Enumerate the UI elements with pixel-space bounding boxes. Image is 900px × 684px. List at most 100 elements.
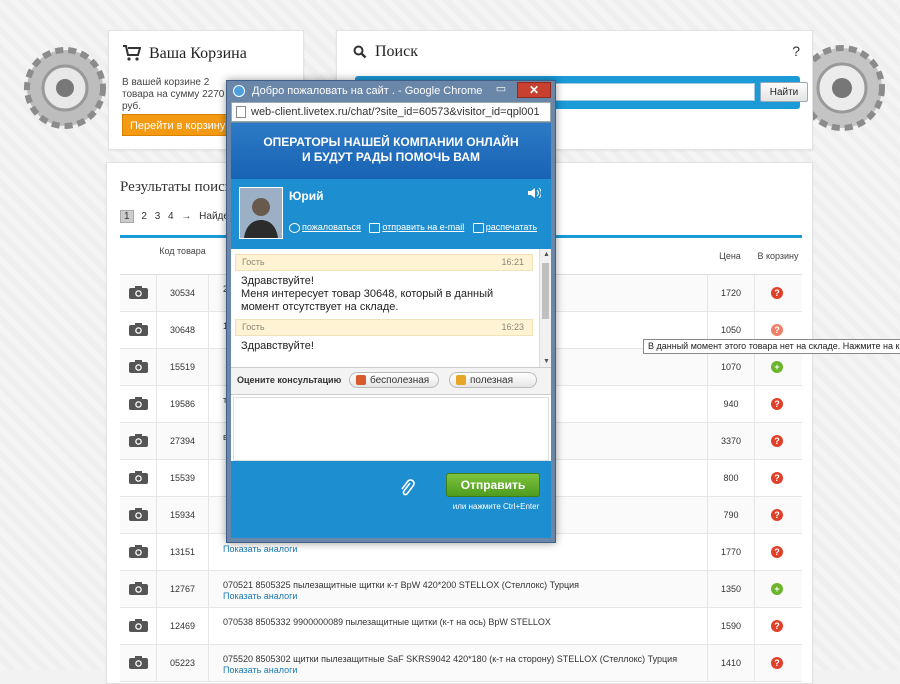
add-to-cart-icon[interactable]: + xyxy=(771,361,783,373)
cart-cell: ? xyxy=(754,460,802,496)
photo-cell[interactable] xyxy=(120,275,157,311)
product-price: 800 xyxy=(707,460,755,496)
out-of-stock-icon[interactable]: ? xyxy=(771,324,783,336)
out-of-stock-icon[interactable]: ? xyxy=(771,398,783,410)
product-price: 1070 xyxy=(707,349,755,385)
popup-title: Добро пожаловать на сайт . - Google Chro… xyxy=(252,85,483,97)
page-link[interactable]: 1 xyxy=(120,210,134,223)
out-of-stock-icon[interactable]: ? xyxy=(771,472,783,484)
send-hint: или нажмите Ctrl+Enter xyxy=(452,502,540,511)
camera-icon[interactable] xyxy=(129,323,148,336)
photo-cell[interactable] xyxy=(120,423,157,459)
header-price: Цена xyxy=(719,251,741,261)
photo-cell[interactable] xyxy=(120,645,157,681)
camera-icon[interactable] xyxy=(129,286,148,299)
show-analogs-link[interactable]: Показать аналоги xyxy=(223,591,693,601)
search-help-icon[interactable]: ? xyxy=(792,43,800,59)
print-icon xyxy=(472,222,484,233)
rating-bar: Оцените консультацию бесполезная полезна… xyxy=(231,367,551,395)
thumbs-down-icon xyxy=(356,375,366,385)
page-link[interactable]: 4 xyxy=(168,211,174,222)
camera-icon[interactable] xyxy=(129,508,148,521)
results-title: Результаты поиска xyxy=(120,179,239,195)
product-price: 1410 xyxy=(707,645,755,681)
out-of-stock-icon[interactable]: ? xyxy=(771,546,783,558)
table-row: 12767 070521 8505325 пылезащитные щитки к… xyxy=(120,571,802,608)
camera-icon[interactable] xyxy=(129,545,148,558)
complain-link[interactable]: пожаловаться xyxy=(302,222,361,232)
next-page-arrow[interactable]: → xyxy=(181,211,191,222)
product-name[interactable]: 070521 8505325 пылезащитные щитки к-т Bp… xyxy=(223,580,579,590)
out-of-stock-icon[interactable]: ? xyxy=(771,287,783,299)
camera-icon[interactable] xyxy=(129,360,148,373)
maximize-icon[interactable]: ▭ xyxy=(489,82,513,98)
product-price: 1590 xyxy=(707,608,755,644)
table-row: 05223 075520 8505302 щитки пылезащитные S… xyxy=(120,645,802,682)
thumbs-up-icon xyxy=(456,375,466,385)
search-button[interactable]: Найти xyxy=(760,82,808,102)
send-bar: Отправить или нажмите Ctrl+Enter xyxy=(231,461,551,538)
message-text: Здравствуйте! xyxy=(241,340,314,352)
email-link[interactable]: отправить на e-mail xyxy=(382,222,464,232)
photo-cell[interactable] xyxy=(120,534,157,570)
out-of-stock-icon[interactable]: ? xyxy=(771,435,783,447)
stock-tooltip: В данный момент этого товара нет на скла… xyxy=(643,339,900,354)
scroll-thumb[interactable] xyxy=(542,263,549,319)
show-analogs-link[interactable]: Показать аналоги xyxy=(223,665,693,675)
product-name[interactable]: 075520 8505302 щитки пылезащитные SaF SK… xyxy=(223,654,677,664)
product-description: 070521 8505325 пылезащитные щитки к-т Bp… xyxy=(223,580,693,601)
photo-cell[interactable] xyxy=(120,608,157,644)
product-code: 12469 xyxy=(157,608,209,644)
page-link[interactable]: 3 xyxy=(155,211,161,222)
chrome-icon xyxy=(233,85,245,97)
chat-scrollbar[interactable]: ▲ ▼ xyxy=(539,249,551,367)
close-icon[interactable]: ✕ xyxy=(517,82,551,98)
photo-cell[interactable] xyxy=(120,349,157,385)
camera-icon[interactable] xyxy=(129,619,148,632)
product-description: 075520 8505302 щитки пылезащитные SaF SK… xyxy=(223,654,693,675)
camera-icon[interactable] xyxy=(129,582,148,595)
message-input[interactable] xyxy=(233,397,549,461)
photo-cell[interactable] xyxy=(120,312,157,348)
photo-cell[interactable] xyxy=(120,460,157,496)
page-link[interactable]: 2 xyxy=(141,211,147,222)
camera-icon[interactable] xyxy=(129,434,148,447)
product-code: 30648 xyxy=(157,312,209,348)
rate-useful-button[interactable]: полезная xyxy=(449,372,537,388)
rate-useful-label: полезная xyxy=(470,375,514,386)
product-description: 070538 8505332 9900000089 пылезащитные щ… xyxy=(223,617,693,628)
photo-cell[interactable] xyxy=(120,571,157,607)
scroll-up-icon[interactable]: ▲ xyxy=(543,251,550,258)
send-button[interactable]: Отправить xyxy=(446,473,540,497)
speaker-icon[interactable] xyxy=(527,187,541,199)
popup-url-bar[interactable]: web-client.livetex.ru/chat/?site_id=6057… xyxy=(231,102,551,122)
camera-icon[interactable] xyxy=(129,471,148,484)
rate-useless-button[interactable]: бесполезная xyxy=(349,372,439,388)
page-icon xyxy=(236,106,246,118)
photo-cell[interactable] xyxy=(120,386,157,422)
gears-decoration-icon xyxy=(24,47,106,129)
product-code: 15519 xyxy=(157,349,209,385)
product-code: 05223 xyxy=(157,645,209,681)
add-to-cart-icon[interactable]: + xyxy=(771,583,783,595)
product-name[interactable]: 070538 8505332 9900000089 пылезащитные щ… xyxy=(223,617,551,627)
camera-icon[interactable] xyxy=(129,656,148,669)
paperclip-icon[interactable] xyxy=(399,479,415,497)
cart-cell: + xyxy=(754,571,802,607)
product-code: 13151 xyxy=(157,534,209,570)
cart-cell: ? xyxy=(754,497,802,533)
go-to-cart-button[interactable]: Перейти в корзину › xyxy=(122,114,240,136)
product-description: Показать аналоги xyxy=(223,543,693,554)
header-code: Код товара xyxy=(159,246,206,256)
agent-photo-icon xyxy=(240,188,282,238)
scroll-down-icon[interactable]: ▼ xyxy=(543,358,550,365)
camera-icon[interactable] xyxy=(129,397,148,410)
message-author: Гость xyxy=(242,322,265,332)
out-of-stock-icon[interactable]: ? xyxy=(771,509,783,521)
product-price: 3370 xyxy=(707,423,755,459)
out-of-stock-icon[interactable]: ? xyxy=(771,620,783,632)
show-analogs-link[interactable]: Показать аналоги xyxy=(223,544,693,554)
out-of-stock-icon[interactable]: ? xyxy=(771,657,783,669)
print-link[interactable]: распечатать xyxy=(486,222,537,232)
photo-cell[interactable] xyxy=(120,497,157,533)
